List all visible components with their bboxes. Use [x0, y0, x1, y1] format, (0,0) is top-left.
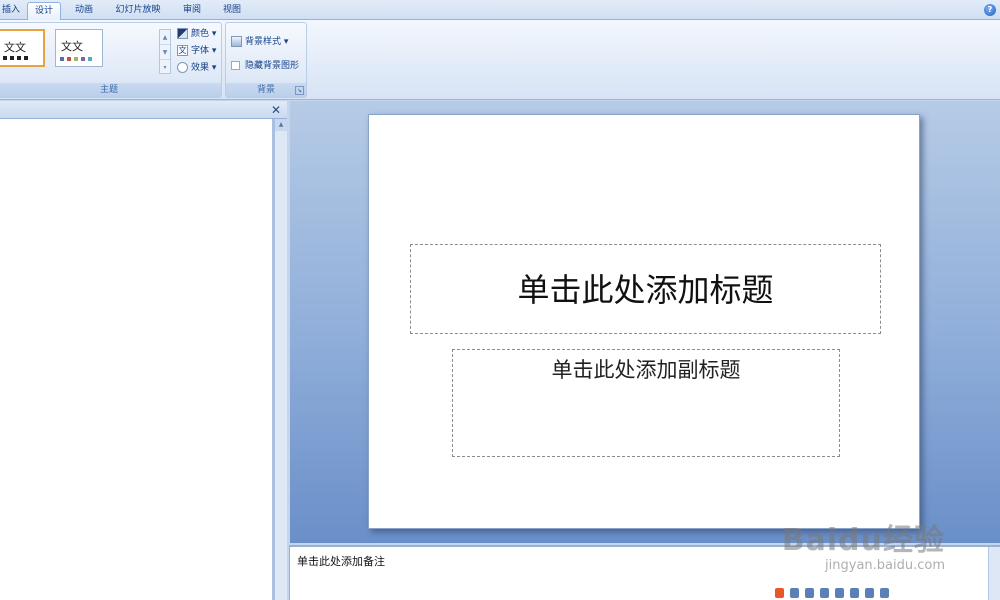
- background-styles-label: 背景样式: [245, 37, 282, 47]
- effects-icon: [177, 62, 188, 73]
- background-group-label: 背景: [226, 83, 306, 97]
- themes-group-label: 主题: [0, 83, 221, 97]
- notes-placeholder-text: 单击此处添加备注: [297, 555, 385, 568]
- colors-label: 颜色: [191, 29, 210, 39]
- title-placeholder-text: 单击此处添加标题: [517, 271, 774, 309]
- scroll-down-icon[interactable]: ▼: [160, 45, 170, 60]
- baidu-watermark-url: jingyan.baidu.com: [825, 558, 945, 573]
- fonts-icon: 文: [177, 45, 188, 56]
- system-tray-icons: [775, 588, 925, 600]
- subtitle-placeholder[interactable]: 单击此处添加副标题: [452, 349, 840, 457]
- tab-view[interactable]: 视图: [214, 2, 250, 21]
- slides-pane-scrollbar[interactable]: ▲: [274, 119, 287, 600]
- colors-button[interactable]: 颜色 ▾: [177, 27, 216, 42]
- effects-button[interactable]: 效果 ▾: [177, 61, 216, 76]
- ribbon-tab-bar: 插入 设计 动画 幻灯片放映 审阅 视图 ?: [0, 0, 1000, 21]
- close-icon[interactable]: ✕: [269, 103, 283, 117]
- ribbon: 文文 文文 ▲ ▼ ▾ 颜色 ▾ 文字体 ▾ 效果 ▾ 主题 背景样式 ▾ 隐藏…: [0, 20, 1000, 100]
- slide-editor: 单击此处添加标题 单击此处添加副标题: [290, 101, 1000, 543]
- fonts-label: 字体: [191, 46, 210, 56]
- theme-color-swatches: [60, 57, 92, 61]
- colors-icon: [177, 28, 188, 39]
- theme-thumbnail-2[interactable]: 文文: [55, 29, 103, 67]
- fonts-button[interactable]: 文字体 ▾: [177, 44, 216, 59]
- background-styles-icon: [231, 36, 242, 47]
- background-group: 背景样式 ▾ 隐藏背景图形 背景 ↘: [225, 22, 307, 98]
- tab-animations[interactable]: 动画: [66, 2, 102, 21]
- theme-thumbnail-text: 文文: [61, 40, 83, 53]
- gallery-more-icon[interactable]: ▾: [160, 60, 170, 75]
- dialog-launcher-icon[interactable]: ↘: [295, 86, 304, 95]
- tab-slideshow[interactable]: 幻灯片放映: [108, 2, 168, 21]
- scroll-up-icon[interactable]: ▲: [275, 119, 287, 131]
- slides-pane: ✕ ▲: [0, 101, 287, 600]
- theme-color-swatches: [3, 56, 28, 60]
- hide-background-checkbox[interactable]: [231, 61, 240, 70]
- theme-thumbnail-office[interactable]: 文文: [0, 29, 45, 67]
- tab-insert[interactable]: 插入: [0, 2, 22, 21]
- hide-background-label: 隐藏背景图形: [245, 61, 300, 71]
- background-styles-button[interactable]: 背景样式 ▾: [231, 35, 288, 50]
- slide-canvas[interactable]: 单击此处添加标题 单击此处添加副标题: [368, 114, 920, 529]
- tab-design[interactable]: 设计: [27, 2, 61, 21]
- title-placeholder[interactable]: 单击此处添加标题: [410, 244, 881, 334]
- effects-label: 效果: [191, 63, 210, 73]
- scroll-up-icon[interactable]: ▲: [160, 30, 170, 45]
- baidu-watermark-logo: Baidu经验: [781, 523, 945, 558]
- theme-thumbnail-text: 文文: [4, 41, 26, 54]
- tab-review[interactable]: 审阅: [174, 2, 210, 21]
- slides-pane-header: ✕: [0, 101, 287, 119]
- theme-gallery-scroll[interactable]: ▲ ▼ ▾: [159, 29, 171, 74]
- subtitle-placeholder-text: 单击此处添加副标题: [551, 358, 741, 382]
- hide-background-graphics[interactable]: 隐藏背景图形: [231, 59, 299, 74]
- themes-group: 文文 文文 ▲ ▼ ▾ 颜色 ▾ 文字体 ▾ 效果 ▾ 主题: [0, 22, 222, 98]
- notes-scrollbar[interactable]: [988, 547, 1000, 600]
- help-icon[interactable]: ?: [984, 4, 996, 16]
- slides-pane-content[interactable]: [0, 119, 272, 600]
